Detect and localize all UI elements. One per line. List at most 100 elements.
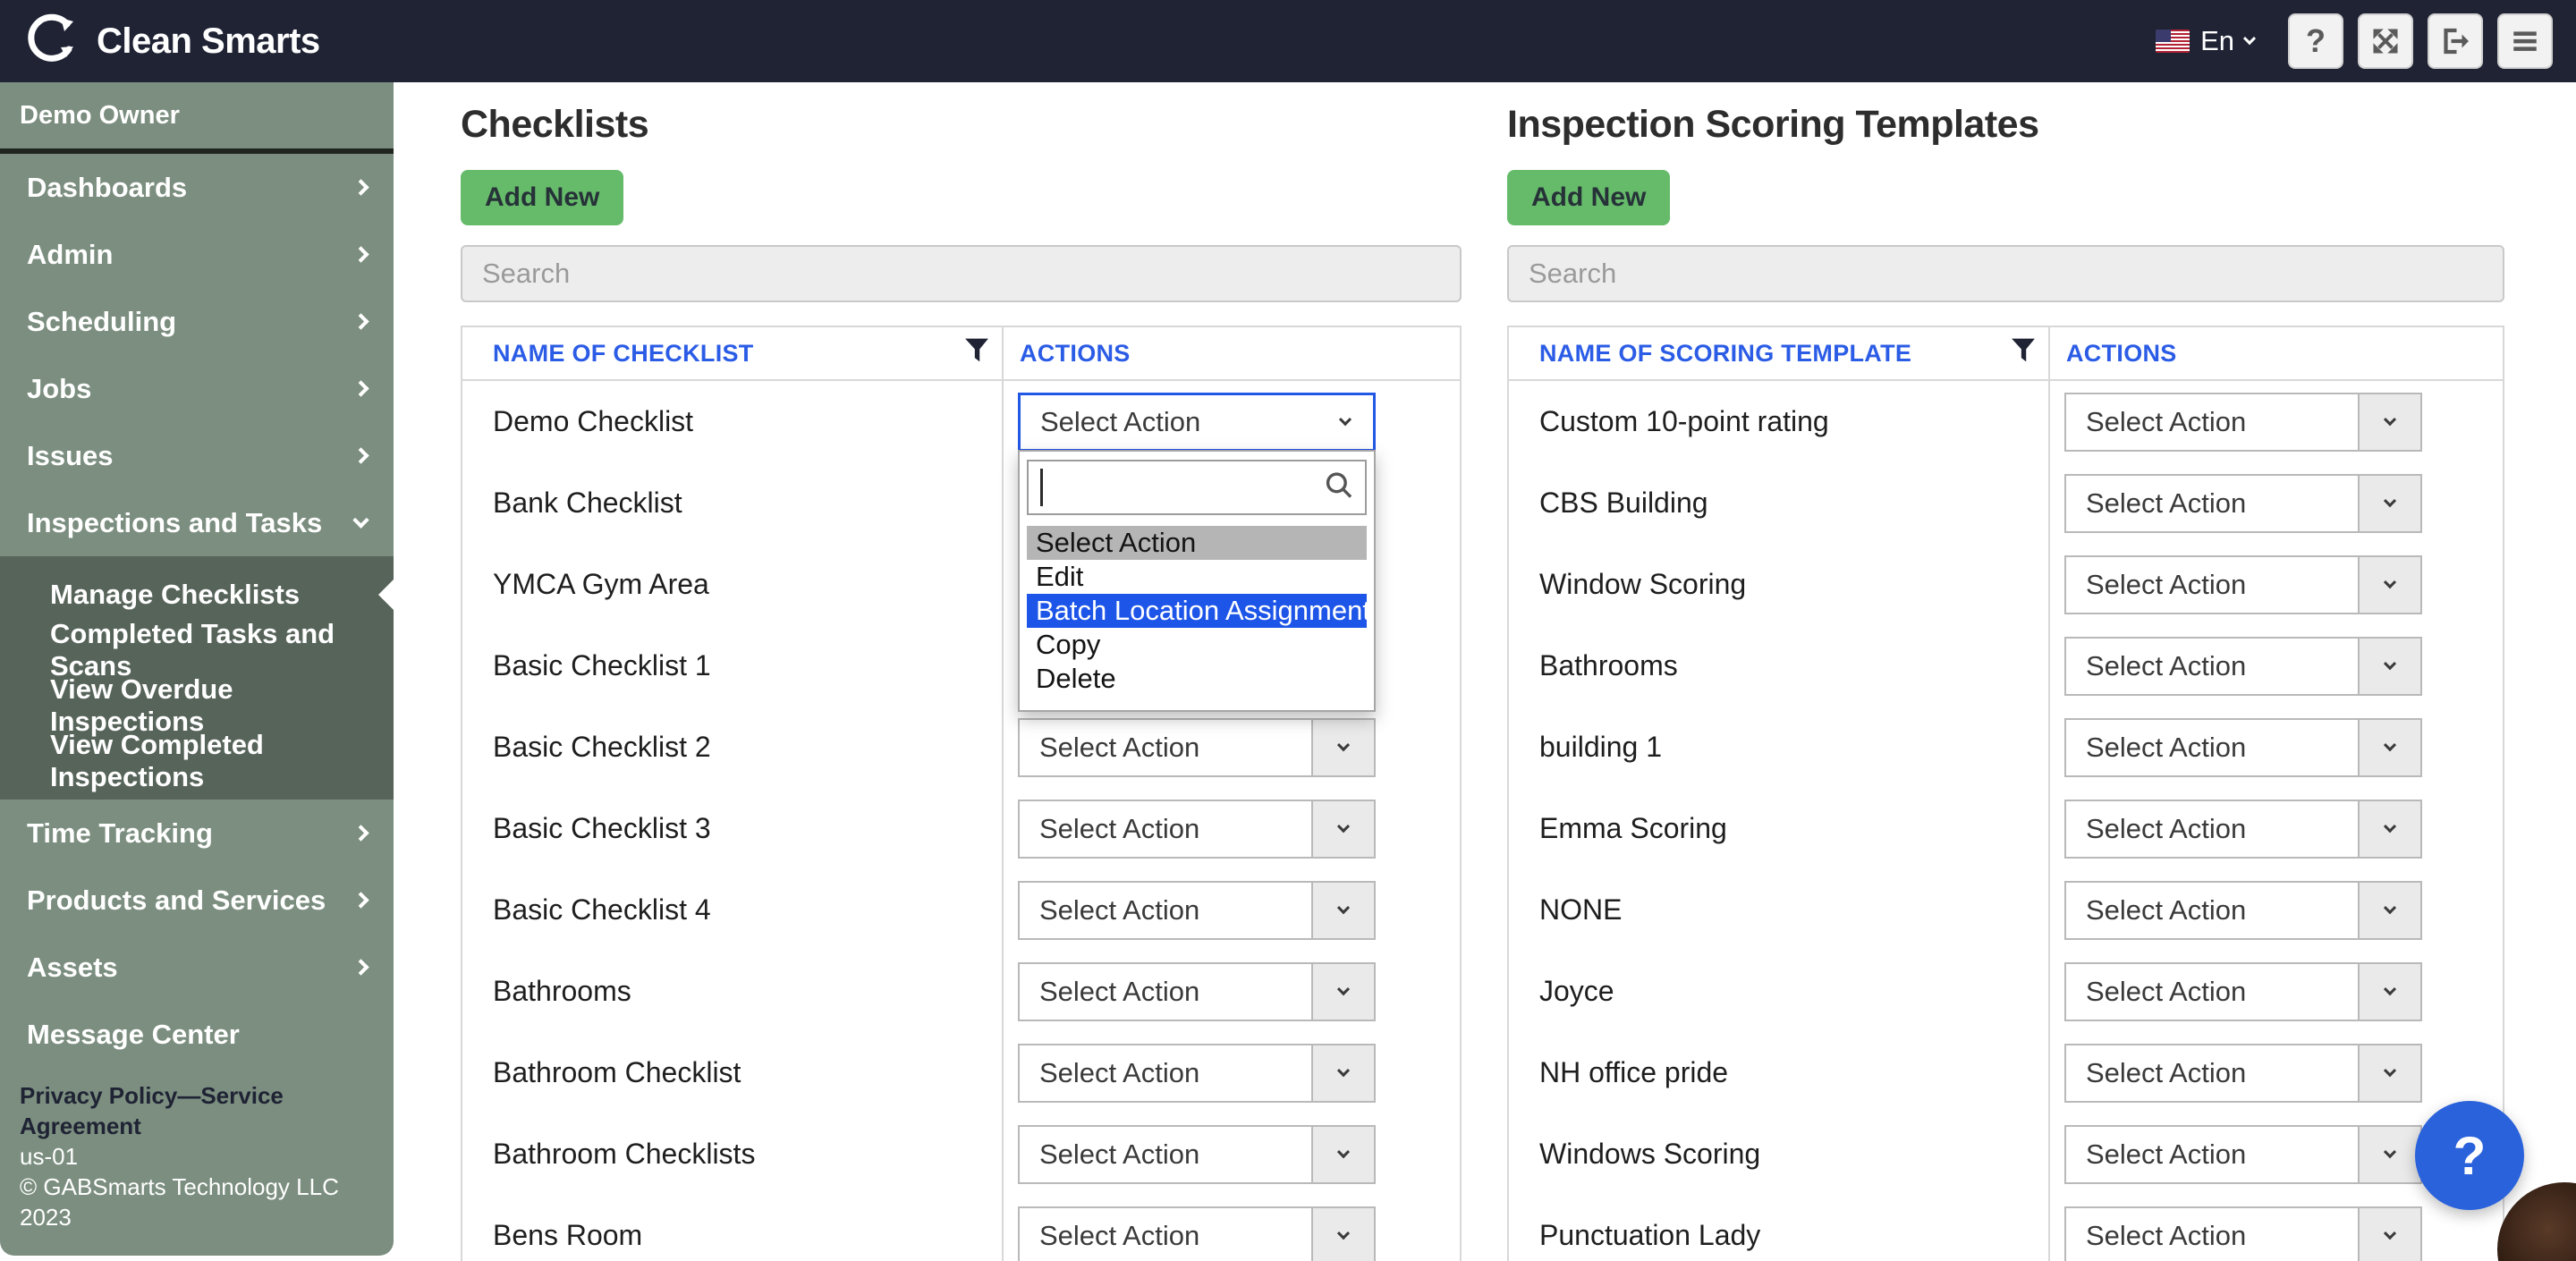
help-button[interactable]: ? [2288, 13, 2343, 69]
chevron-down-icon [2384, 495, 2396, 507]
add-new-button[interactable]: Add New [1507, 170, 1670, 225]
select-value: Select Action [2066, 639, 2358, 694]
chevron-down-icon [1337, 1064, 1350, 1077]
select-action-dropdown[interactable]: Select Action [1018, 962, 1376, 1021]
chevron-down-icon [1337, 1146, 1350, 1158]
row-name: Demo Checklist [462, 381, 1004, 462]
select-action-dropdown[interactable]: Select Action [2064, 1125, 2422, 1184]
select-value: Select Action [2066, 557, 2358, 613]
row-actions: Select Action [2050, 962, 2503, 1021]
select-action-dropdown[interactable]: Select Action [2064, 962, 2422, 1021]
corner-avatar [2497, 1182, 2576, 1261]
add-new-button[interactable]: Add New [461, 170, 623, 225]
sidebar-item-view-completed-inspections[interactable]: View Completed Inspections [0, 733, 394, 789]
select-chevron-box [2358, 1208, 2420, 1261]
filter-icon[interactable] [964, 338, 989, 369]
select-action-dropdown[interactable]: Select Action [2064, 555, 2422, 614]
select-action-dropdown[interactable]: Select Action [2064, 474, 2422, 533]
chevron-down-icon [2243, 32, 2256, 45]
sidebar-item-products-and-services[interactable]: Products and Services [0, 867, 394, 934]
table-row: Window Scoring Select Action [1509, 544, 2503, 625]
hamburger-menu-button[interactable] [2497, 13, 2553, 69]
table-row: Basic Checklist 3Select Action [462, 788, 1460, 869]
dropdown-option-edit[interactable]: Edit [1027, 560, 1367, 594]
select-action-dropdown[interactable]: Select Action [1018, 881, 1376, 940]
search-input[interactable] [1507, 245, 2504, 302]
sidebar-item-inspections-and-tasks[interactable]: Inspections and Tasks [0, 489, 394, 556]
select-chevron-box [2358, 720, 2420, 775]
select-value: Select Action [2066, 476, 2358, 531]
dropdown-option-copy[interactable]: Copy [1027, 628, 1367, 662]
sign-out-button[interactable] [2428, 13, 2483, 69]
select-action-dropdown[interactable]: Select Action [1018, 1206, 1376, 1261]
row-name: Window Scoring [1509, 544, 2050, 625]
select-action-dropdown[interactable]: Select Action [2064, 1044, 2422, 1103]
select-value: Select Action [1020, 720, 1311, 775]
sidebar-item-issues[interactable]: Issues [0, 422, 394, 489]
select-value: Select Action [2066, 720, 2358, 775]
chevron-right-icon [352, 179, 369, 195]
table-row: JoyceSelect Action [1509, 951, 2503, 1032]
row-name: building 1 [1509, 707, 2050, 788]
column-header-actions: ACTIONS [1004, 340, 1460, 368]
us-flag-icon [2156, 30, 2190, 53]
dropdown-search-input[interactable] [1027, 460, 1367, 515]
sidebar-item-time-tracking[interactable]: Time Tracking [0, 800, 394, 867]
table-row: building 1 Select Action [1509, 707, 2503, 788]
chevron-down-icon [1337, 983, 1350, 995]
privacy-policy-link[interactable]: Privacy Policy—Service Agreement [20, 1080, 374, 1141]
fullscreen-button[interactable] [2358, 13, 2413, 69]
chevron-right-icon [352, 892, 369, 908]
select-action-dropdown[interactable]: Select Action [1018, 718, 1376, 777]
select-chevron-box [2358, 964, 2420, 1020]
action-dropdown-panel: Select ActionEditBatch Location Assignme… [1018, 450, 1376, 712]
sidebar-item-completed-tasks-and-scans[interactable]: Completed Tasks and Scans [0, 622, 394, 678]
sidebar-item-view-overdue-inspections[interactable]: View Overdue Inspections [0, 678, 394, 733]
row-name: Bathroom Checklist [462, 1032, 1004, 1113]
select-action-dropdown[interactable]: Select Action [2064, 881, 2422, 940]
sidebar-item-message-center[interactable]: Message Center [0, 1001, 394, 1068]
sidebar-item-scheduling[interactable]: Scheduling [0, 288, 394, 355]
active-item-marker [378, 580, 394, 610]
select-action-dropdown[interactable]: Select Action [1018, 1044, 1376, 1103]
row-name: Bank Checklist [462, 462, 1004, 544]
select-chevron-box [2358, 394, 2420, 450]
page-title: Inspection Scoring Templates [1507, 103, 2504, 147]
select-action-dropdown[interactable]: Select Action [1018, 800, 1376, 859]
select-action-dropdown[interactable]: Select Action [2064, 637, 2422, 696]
sidebar-item-manage-checklists[interactable]: Manage Checklists [0, 567, 394, 622]
sidebar-item-assets[interactable]: Assets [0, 934, 394, 1001]
select-action-dropdown[interactable]: Select Action [2064, 800, 2422, 859]
select-chevron-box [1311, 801, 1374, 857]
select-action-dropdown[interactable]: Select Action [1018, 1125, 1376, 1184]
dropdown-options: Select ActionEditBatch Location Assignme… [1027, 526, 1367, 696]
filter-icon[interactable] [2011, 338, 2036, 369]
chevron-down-icon [1337, 820, 1350, 833]
row-actions: Select Action [1004, 718, 1460, 777]
sidebar-item-admin[interactable]: Admin [0, 221, 394, 288]
search-input[interactable] [461, 245, 1462, 302]
table-body: Custom 10-point ratingSelect ActionCBS B… [1509, 381, 2503, 1261]
language-selector[interactable]: En [2156, 25, 2254, 57]
table-row: CBS BuildingSelect Action [1509, 462, 2503, 544]
select-chevron-box [2358, 801, 2420, 857]
row-actions: Select Action [2050, 718, 2503, 777]
sidebar-item-jobs[interactable]: Jobs [0, 355, 394, 422]
select-action-dropdown[interactable]: Select Action [2064, 1206, 2422, 1261]
select-action-dropdown[interactable]: Select Action [1018, 393, 1376, 452]
select-value: Select Action [2066, 394, 2358, 450]
dropdown-option-select-action[interactable]: Select Action [1027, 526, 1367, 560]
chevron-down-icon [2384, 739, 2396, 751]
dropdown-option-delete[interactable]: Delete [1027, 662, 1367, 696]
column-header-name[interactable]: NAME OF SCORING TEMPLATE [1509, 327, 2050, 379]
select-action-dropdown[interactable]: Select Action [2064, 718, 2422, 777]
chevron-down-icon [2384, 1064, 2396, 1077]
search-icon [1324, 470, 1354, 505]
dropdown-option-batch-location-assignment[interactable]: Batch Location Assignment [1027, 594, 1367, 628]
sidebar-item-dashboards[interactable]: Dashboards [0, 154, 394, 221]
select-action-dropdown[interactable]: Select Action [2064, 393, 2422, 452]
help-fab[interactable]: ? [2415, 1101, 2524, 1210]
column-header-name[interactable]: NAME OF CHECKLIST [462, 327, 1004, 379]
row-name: Bens Room [462, 1195, 1004, 1261]
chevron-down-icon [1339, 413, 1352, 426]
